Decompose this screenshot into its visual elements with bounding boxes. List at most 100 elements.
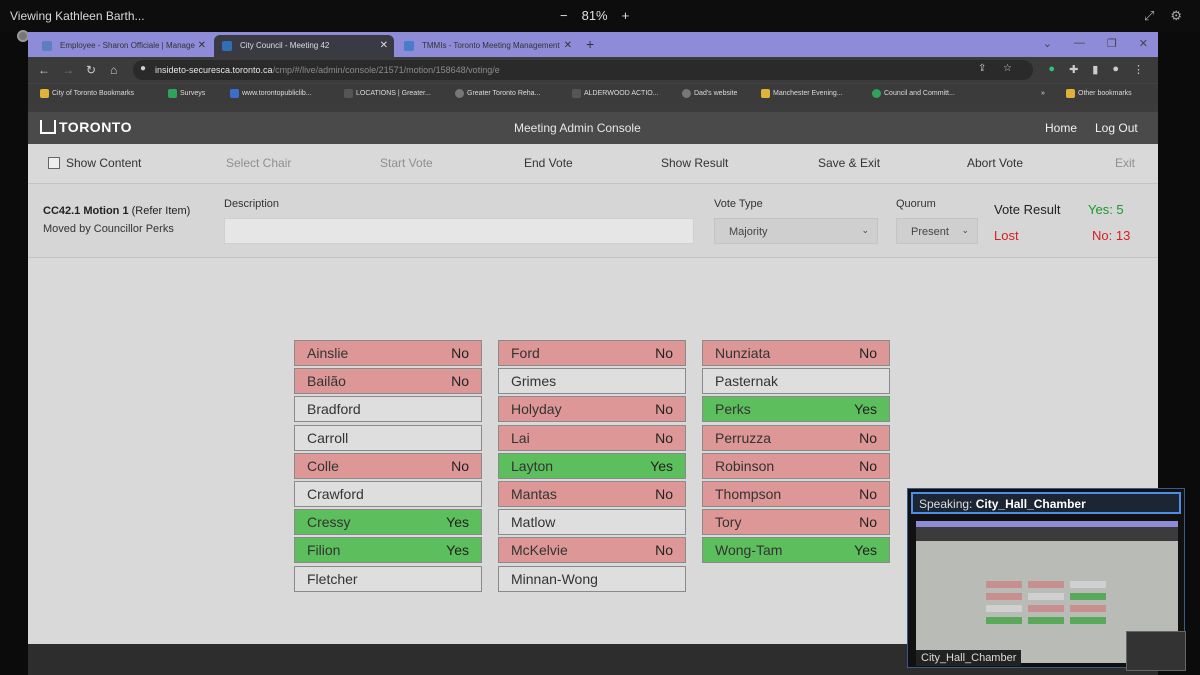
vote-cell[interactable]: Wong-Tam Yes [702, 537, 890, 563]
close-icon[interactable]: ✕ [380, 40, 388, 51]
tab-employee[interactable]: Employee - Sharon Officiale | Manage ✕ [34, 35, 212, 57]
speaker-name: City_Hall_Chamber [975, 497, 1086, 511]
vote-cell[interactable]: Colle No [294, 453, 482, 479]
bookmark-favicon-icon [761, 89, 770, 98]
share-icon[interactable]: ⇪ [978, 63, 986, 74]
tab-strip: Employee - Sharon Officiale | Manage ✕ C… [28, 32, 1158, 57]
vote-cell[interactable]: McKelvie No [498, 537, 686, 563]
bookmark-item[interactable]: www.torontopubliclib... [230, 89, 312, 98]
vote-cell[interactable]: Bailão No [294, 368, 482, 394]
home-icon[interactable]: ⌂ [110, 63, 117, 77]
speaker-tile-label: City_Hall_Chamber [916, 650, 1022, 666]
vote-cell[interactable]: Ainslie No [294, 340, 482, 366]
profile-icon[interactable]: ● [1112, 63, 1119, 76]
more-bookmarks-icon[interactable]: » [1041, 90, 1045, 97]
bookmark-item[interactable]: Greater Toronto Reha... [455, 89, 540, 98]
bookmarks-bar: City of Toronto Bookmarks Surveys www.to… [28, 83, 1158, 105]
bookmark-item[interactable]: Manchester Evening... [761, 89, 843, 98]
vote-cell[interactable]: Layton Yes [498, 453, 686, 479]
vote-cell[interactable]: Perks Yes [702, 396, 890, 422]
councillor-name: Ainslie [307, 345, 349, 361]
moved-by: Moved by Councillor Perks [43, 223, 174, 235]
vote-cell[interactable]: Thompson No [702, 481, 890, 507]
checkbox[interactable] [48, 157, 60, 169]
zoom-in-button[interactable]: + [622, 8, 630, 23]
vote-cell[interactable]: Robinson No [702, 453, 890, 479]
toronto-logo[interactable]: TORONTO [40, 119, 132, 135]
vote-cell[interactable]: Nunziata No [702, 340, 890, 366]
vote-cell[interactable]: Minnan-Wong [498, 566, 686, 592]
vote-cell[interactable]: Fletcher [294, 566, 482, 592]
motion-type: (Refer Item) [131, 205, 191, 217]
puzzle-icon[interactable]: ✚ [1069, 63, 1078, 76]
extension-icon[interactable]: ● [1048, 63, 1055, 76]
bookmark-item[interactable]: Council and Committ... [872, 89, 955, 98]
close-icon[interactable]: ✕ [564, 40, 572, 51]
exit-button[interactable]: Exit [1115, 156, 1135, 170]
start-vote-button[interactable]: Start Vote [380, 156, 433, 170]
vote-cell[interactable]: Lai No [498, 425, 686, 451]
maximize-icon[interactable]: ❐ [1107, 37, 1117, 50]
vote-cell[interactable]: Filion Yes [294, 537, 482, 563]
quorum-select[interactable]: Present ⌄ [896, 218, 978, 244]
star-icon[interactable]: ☆ [1003, 63, 1012, 74]
motion-info: CC42.1 Motion 1 (Refer Item) Moved by Co… [28, 184, 1158, 258]
description-field[interactable] [224, 218, 694, 244]
viewer-bar: Viewing Kathleen Barth... − 81% + ⤢ ⚙ [0, 0, 1200, 32]
url-field[interactable]: ● insideto-securesca.toronto.ca/cmp/#/li… [133, 60, 1033, 80]
tab-tmmis[interactable]: TMMIs - Toronto Meeting Management ✕ [396, 35, 578, 57]
vote-type-select[interactable]: Majority ⌄ [714, 218, 878, 244]
vote-cell[interactable]: Matlow [498, 509, 686, 535]
menu-icon[interactable]: ⋮ [1133, 63, 1144, 76]
tab-favicon-icon [42, 41, 52, 51]
councillor-name: Fletcher [307, 571, 358, 587]
address-bar: ← → ↻ ⌂ ● insideto-securesca.toronto.ca/… [28, 57, 1158, 83]
bookmark-folder[interactable]: Other bookmarks [1066, 89, 1132, 98]
bookmark-item[interactable]: LOCATIONS | Greater... [344, 89, 431, 98]
bookmark-label: ALDERWOOD ACTIO... [584, 90, 659, 97]
vote-cell[interactable]: Perruzza No [702, 425, 890, 451]
thumb-vote-cell [986, 617, 1022, 624]
vote-cell[interactable]: Mantas No [498, 481, 686, 507]
abort-vote-button[interactable]: Abort Vote [967, 156, 1023, 170]
minimize-icon[interactable]: — [1074, 37, 1085, 50]
end-vote-button[interactable]: End Vote [524, 156, 573, 170]
fullscreen-icon[interactable]: ⤢ [1144, 8, 1154, 24]
vote-cell[interactable]: Cressy Yes [294, 509, 482, 535]
save-exit-button[interactable]: Save & Exit [818, 156, 880, 170]
url-path: /cmp/#/live/admin/console/21571/motion/1… [272, 65, 500, 75]
close-icon[interactable]: ✕ [198, 40, 206, 51]
forward-icon[interactable]: → [62, 63, 74, 77]
vote-cell[interactable]: Pasternak [702, 368, 890, 394]
bookmark-label: Council and Committ... [884, 90, 955, 97]
close-window-icon[interactable]: ✕ [1139, 37, 1148, 50]
sidepanel-icon[interactable]: ▮ [1092, 63, 1098, 76]
select-chair-button[interactable]: Select Chair [226, 156, 291, 170]
vote-cell[interactable]: Ford No [498, 340, 686, 366]
bookmark-folder[interactable]: City of Toronto Bookmarks [40, 89, 134, 98]
bookmark-item[interactable]: Dad's website [682, 89, 737, 98]
show-result-button[interactable]: Show Result [661, 156, 728, 170]
vote-cell[interactable]: Holyday No [498, 396, 686, 422]
new-tab-icon[interactable]: + [586, 36, 594, 52]
chevron-down-icon[interactable]: ⌄ [1043, 37, 1052, 50]
vote-cell[interactable]: Tory No [702, 509, 890, 535]
tab-city-council[interactable]: City Council - Meeting 42 ✕ [214, 35, 394, 57]
settings-icon[interactable]: ⚙ [1170, 8, 1182, 24]
home-link[interactable]: Home [1045, 121, 1077, 135]
zoom-out-button[interactable]: − [560, 8, 568, 23]
bookmark-item[interactable]: ALDERWOOD ACTIO... [572, 89, 659, 98]
vote-cell[interactable]: Carroll [294, 425, 482, 451]
back-icon[interactable]: ← [38, 63, 50, 77]
vote-value: No [859, 458, 877, 474]
show-content-toggle[interactable]: Show Content [48, 156, 141, 170]
speaker-video[interactable] [916, 521, 1186, 671]
vote-cell[interactable]: Crawford [294, 481, 482, 507]
logout-link[interactable]: Log Out [1095, 121, 1138, 135]
vote-cell[interactable]: Bradford [294, 396, 482, 422]
bookmark-item[interactable]: Surveys [168, 89, 205, 98]
no-count: No: 13 [1092, 228, 1131, 243]
reload-icon[interactable]: ↻ [86, 63, 96, 77]
tab-favicon-icon [222, 41, 232, 51]
vote-cell[interactable]: Grimes [498, 368, 686, 394]
